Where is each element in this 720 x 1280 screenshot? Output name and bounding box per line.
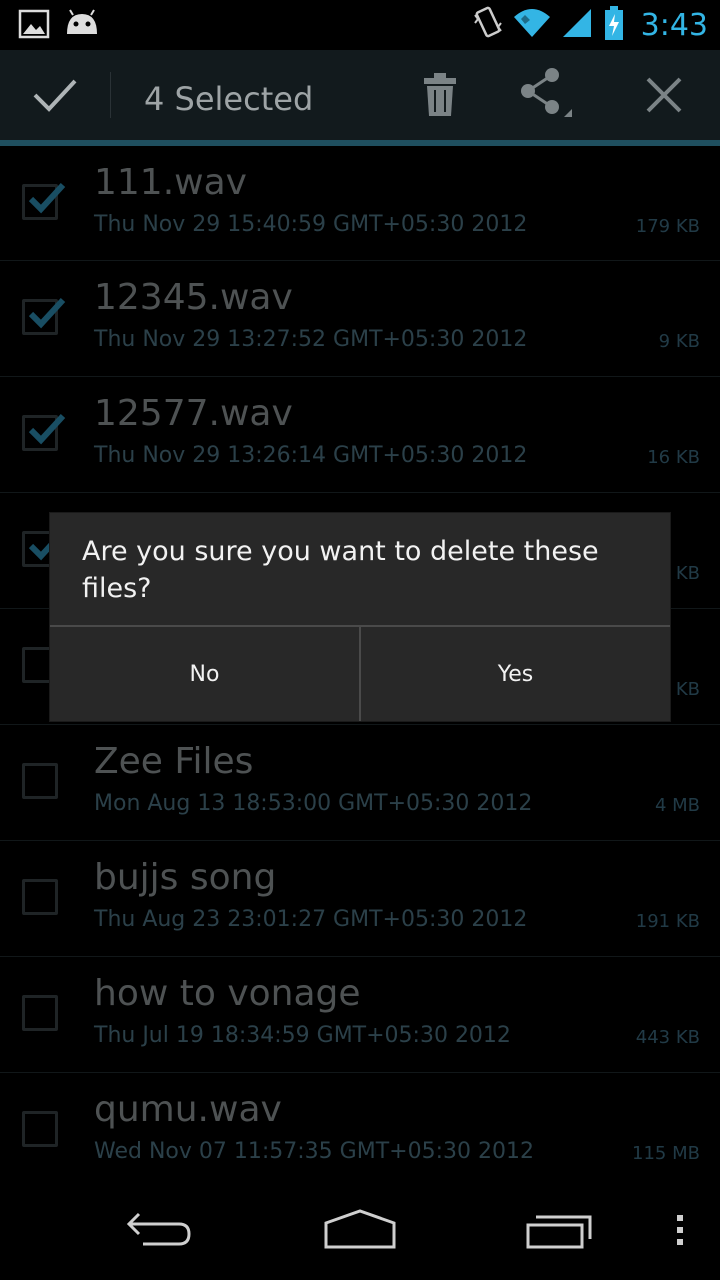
- back-button[interactable]: [110, 1180, 210, 1280]
- navigation-bar: [0, 1180, 720, 1280]
- contextual-action-bar: 4 Selected: [0, 50, 720, 140]
- yes-button[interactable]: Yes: [361, 627, 670, 721]
- delete-confirm-dialog: Are you sure you want to delete these fi…: [50, 513, 670, 721]
- no-button[interactable]: No: [50, 627, 359, 721]
- check-icon: [33, 79, 77, 112]
- trash-icon: [424, 73, 456, 116]
- selection-count-title: 4 Selected: [144, 80, 314, 118]
- overflow-menu-button[interactable]: [660, 1180, 700, 1280]
- done-button[interactable]: [0, 50, 110, 140]
- home-icon: [324, 1209, 396, 1249]
- clock: 3:43: [640, 7, 708, 43]
- signal-icon: [561, 7, 593, 43]
- home-button[interactable]: [310, 1180, 410, 1280]
- recent-apps-button[interactable]: [510, 1180, 610, 1280]
- share-icon: [521, 68, 572, 117]
- recent-apps-icon: [526, 1215, 592, 1249]
- dialog-message: Are you sure you want to delete these fi…: [82, 536, 599, 604]
- close-selection-button[interactable]: [624, 50, 704, 140]
- battery-charging-icon: [603, 5, 625, 45]
- android-debug-icon: [64, 8, 100, 44]
- overflow-menu-icon: [677, 1215, 683, 1245]
- action-bar-divider: [110, 72, 111, 118]
- vibrate-icon: [473, 5, 503, 45]
- wifi-icon: [513, 7, 551, 43]
- back-icon: [126, 1212, 191, 1246]
- status-bar: 3:43: [0, 0, 720, 50]
- close-icon: [646, 77, 682, 113]
- delete-button[interactable]: [400, 50, 480, 140]
- picture-icon: [18, 8, 50, 44]
- share-button[interactable]: [508, 50, 588, 140]
